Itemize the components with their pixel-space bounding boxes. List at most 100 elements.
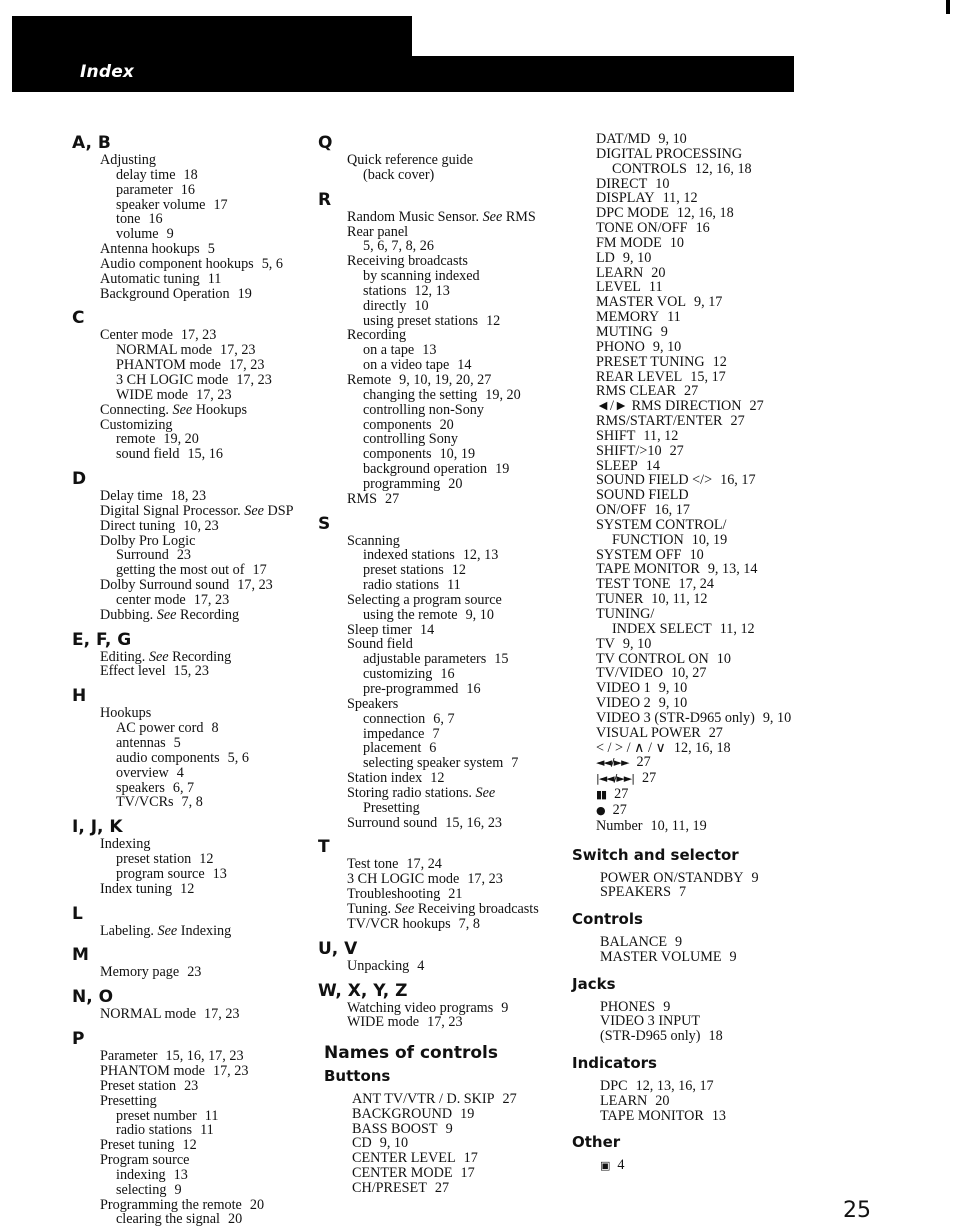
page-refs: 18 [183, 166, 198, 183]
page-refs: 13 [422, 342, 437, 359]
page-refs: 11, 12 [719, 620, 755, 637]
index-entry: Station index 12 [318, 771, 568, 786]
index-entry: NORMAL mode 17, 23 [72, 343, 312, 358]
entry-text: overview [116, 764, 169, 781]
index-entry: LEARN 20 [572, 1093, 832, 1109]
page-refs: 15, 23 [173, 663, 209, 680]
entry-text: ON/OFF [596, 502, 647, 519]
entry-text: SPEAKERS [600, 884, 671, 901]
entry-text: Automatic tuning [100, 270, 200, 287]
index-entry: Random Music Sensor. See RMS [318, 209, 568, 225]
index-entry: Quick reference guide [318, 153, 568, 168]
entry-text: Quick reference guide [347, 152, 474, 168]
entry-text: PHONES [600, 998, 656, 1015]
entry-text: components [363, 416, 432, 433]
see-reference-label: See [156, 606, 177, 623]
index-entry: MASTER VOL 9, 17 [572, 295, 832, 310]
page-refs: 12 [430, 770, 445, 787]
entry-text: ANT TV/VTR / D. SKIP [352, 1090, 495, 1107]
entry-text: Effect level [100, 663, 166, 680]
entry-text: selecting [116, 1181, 167, 1198]
index-entry: TUNER 10, 11, 12 [572, 592, 832, 607]
letter-heading: T [318, 837, 330, 858]
page-refs: 4 [417, 957, 425, 974]
entry-text: TV/VIDEO [596, 665, 663, 682]
entry-text: components [363, 446, 432, 463]
entry-text: SYSTEM OFF [596, 546, 682, 563]
entry-text: by scanning indexed [363, 268, 480, 285]
page-refs: 27 [684, 383, 699, 400]
page-refs: 9, 10 [379, 1135, 409, 1152]
entry-text: 3 CH LOGIC mode [347, 871, 460, 888]
letter-heading: I, J, K [72, 817, 123, 838]
entry-text: TAPE MONITOR [596, 561, 700, 578]
entry-text: < / > / ∧ / ∨ [596, 739, 666, 756]
index-entry: getting the most out of 17 [72, 563, 312, 578]
entry-text: center mode [116, 591, 186, 608]
index-entry: radio stations 11 [72, 1123, 312, 1138]
record-icon: ● [596, 803, 606, 817]
entry-text: DPC [600, 1077, 628, 1094]
index-entry: RMS 27 [318, 491, 568, 507]
entry-text: Watching video programs [347, 999, 494, 1016]
index-entry: 3 CH LOGIC mode 17, 23 [318, 872, 568, 887]
index-entry: programming 20 [318, 476, 568, 492]
page-refs: 17, 23 [427, 1014, 463, 1031]
page-refs: 9, 10 [465, 606, 494, 623]
index-entry: DISPLAY 11, 12 [572, 191, 832, 206]
entry-text: PRESET TUNING [596, 353, 705, 370]
entry-text: MASTER VOL [596, 294, 686, 311]
index-entry: CD 9, 10 [318, 1136, 568, 1151]
index-entry: TV/VCRs 7, 8 [72, 795, 312, 810]
entry-text: LD [596, 249, 615, 266]
page-refs: 9, 10 [658, 680, 688, 697]
letter-heading: P [72, 1029, 85, 1050]
entry-text: indexing [116, 1166, 166, 1183]
entry-text: Center mode [100, 327, 173, 344]
page-refs: 5 [207, 241, 215, 258]
index-column-2: Q Quick reference guide (back cover) R Rando… [318, 134, 568, 1196]
index-entry: Watching video programs 9 [318, 999, 568, 1016]
page-refs: 9 [501, 999, 509, 1016]
page-refs: 16 [466, 681, 481, 697]
entry-text: Receiving broadcasts [347, 253, 468, 270]
page-refs: 17 [463, 1150, 478, 1167]
page-refs: 9 [445, 1120, 453, 1137]
page-refs: 9 [166, 226, 174, 243]
entry-text: MASTER VOLUME [600, 948, 722, 965]
page-refs: 18 [708, 1028, 723, 1045]
letter-heading: A, B [72, 133, 111, 153]
entry-text: VISUAL POWER [596, 724, 701, 741]
index-entry: MUTING 9 [572, 325, 832, 340]
index-entry: MASTER VOLUME 9 [572, 948, 832, 965]
see-reference-label: See [148, 648, 169, 665]
page-refs: 16, 17 [654, 502, 690, 519]
page-refs: 20 [228, 1211, 243, 1227]
page-refs: 12, 16, 18 [694, 160, 752, 177]
index-entry: SOUND FIELD </> 16, 17 [572, 473, 832, 488]
page-refs: 9 [174, 1181, 182, 1198]
entry-text: Program source [100, 1152, 190, 1169]
entry-text: Memory page [100, 964, 180, 981]
page-refs: 11 [447, 577, 461, 594]
index-entry: Presetting [72, 1093, 312, 1109]
index-entry: Editing. See Recording [72, 648, 312, 665]
index-entry: (back cover) [318, 167, 568, 183]
page-refs: 19, 20 [163, 431, 199, 448]
page-refs: 27 [730, 413, 745, 430]
entry-text: WIDE mode [116, 386, 189, 403]
entry-text: SHIFT/>10 [596, 442, 662, 459]
page-refs: 17, 23 [180, 327, 217, 344]
page-refs: 17, 23 [204, 1006, 240, 1023]
page-refs: 17, 23 [212, 1062, 249, 1079]
entry-text: Index tuning [100, 880, 173, 897]
subsection-title: Controls [572, 910, 643, 929]
index-entry: Sound field [318, 637, 568, 652]
index-entry: INDEX SELECT 11, 12 [572, 620, 832, 637]
see-reference-target: Recording [172, 648, 232, 665]
entry-text: directly [363, 297, 407, 314]
page-refs: 17 [213, 196, 228, 213]
page-refs: 17, 23 [220, 342, 256, 359]
index-entry: DPC MODE 12, 16, 18 [572, 206, 832, 221]
entry-text: Station index [347, 770, 423, 787]
